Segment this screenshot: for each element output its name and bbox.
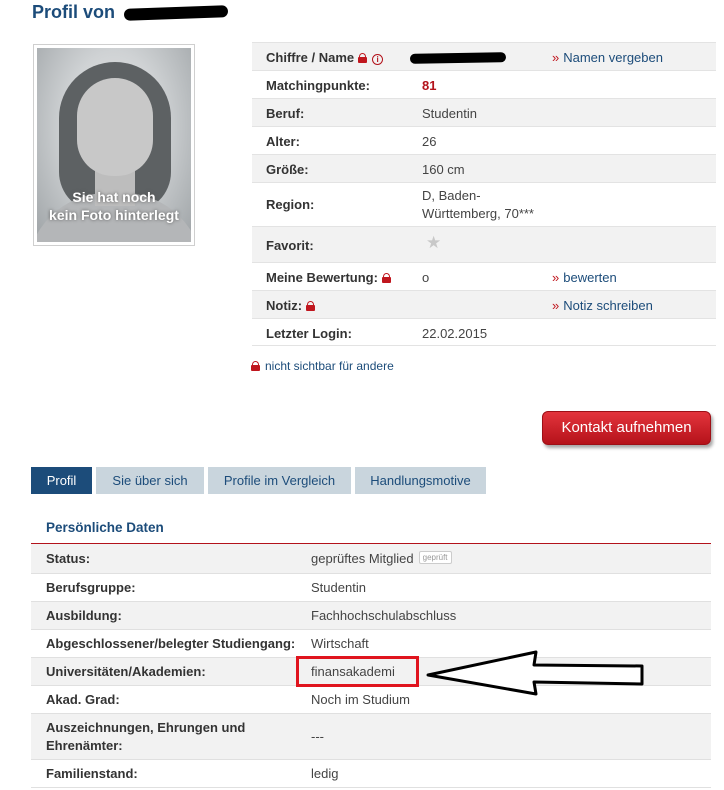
row-letzter-login: Letzter Login: 22.02.2015 [252, 318, 716, 346]
row-groesse: Größe: 160 cm [252, 154, 716, 182]
row-value: Studentin [422, 106, 477, 121]
detail-value: geprüftes Mitglied geprüft [311, 551, 452, 566]
placeholder-photo: Sie hat noch kein Foto hinterlegt [37, 48, 191, 242]
profile-photo: Sie hat noch kein Foto hinterlegt [33, 44, 195, 246]
tab-profil[interactable]: Profil [31, 467, 92, 494]
row-value: 160 cm [422, 162, 465, 177]
page-title: Profil von [32, 2, 229, 23]
detail-value: Noch im Studium [311, 692, 410, 707]
row-bewertung: Meine Bewertung: o » bewerten [252, 262, 716, 290]
redacted-chiffre [123, 5, 229, 22]
detail-row-ausbildung: Ausbildung: Fachhochschulabschluss [31, 602, 711, 630]
section-title: Persönliche Daten [46, 520, 164, 535]
row-label: Meine Bewertung: [266, 270, 378, 285]
row-favorit: Favorit: ★ [252, 226, 716, 262]
detail-label: Auszeichnungen, Ehrungen und Ehrenämter: [46, 720, 246, 753]
detail-row-familienstand: Familienstand: ledig [31, 760, 711, 788]
lock-icon [251, 361, 260, 371]
detail-row-auszeichnungen: Auszeichnungen, Ehrungen und Ehrenämter:… [31, 714, 711, 760]
detail-label: Berufsgruppe: [46, 580, 136, 595]
row-beruf: Beruf: Studentin [252, 98, 716, 126]
row-label: Größe: [266, 162, 309, 177]
detail-label: Universitäten/Akademien: [46, 664, 206, 679]
photo-caption: Sie hat noch kein Foto hinterlegt [49, 189, 179, 223]
row-matchingpunkte: Matchingpunkte: 81 [252, 70, 716, 98]
detail-value: Studentin [311, 580, 366, 595]
privacy-note: nicht sichtbar für andere [251, 359, 394, 373]
detail-value: --- [311, 729, 324, 744]
row-value: o [422, 270, 430, 285]
tab-sie-ueber-sich[interactable]: Sie über sich [96, 467, 204, 494]
detail-label: Ausbildung: [46, 608, 122, 623]
redacted-name [409, 52, 507, 64]
row-alter: Alter: 26 [252, 126, 716, 154]
detail-label: Status: [46, 551, 91, 566]
namen-vergeben-link[interactable]: » Namen vergeben [552, 50, 663, 65]
notiz-schreiben-link[interactable]: » Notiz schreiben [552, 298, 653, 313]
row-label: Favorit: [266, 238, 314, 253]
tab-profile-im-vergleich[interactable]: Profile im Vergleich [208, 467, 351, 494]
row-label: Beruf: [266, 106, 305, 121]
row-label: Letzter Login: [266, 326, 352, 341]
contact-button[interactable]: Kontakt aufnehmen [542, 411, 711, 445]
lock-icon [381, 273, 391, 283]
detail-label: Familienstand: [46, 766, 138, 781]
bewerten-link[interactable]: » bewerten [552, 270, 617, 285]
row-label: Notiz: [266, 298, 303, 313]
row-value: 22.02.2015 [422, 326, 488, 341]
verified-badge: geprüft [418, 551, 452, 564]
matching-points: 81 [422, 78, 437, 93]
row-label: Region: [266, 197, 315, 212]
highlight-annotation-box [296, 656, 419, 687]
detail-value: Wirtschaft [311, 636, 369, 651]
row-label: Matchingpunkte: [266, 78, 370, 93]
row-chiffre: Chiffre / Name i » Namen vergeben [252, 42, 716, 70]
page-title-text: Profil von [32, 2, 116, 22]
star-icon[interactable]: ★ [426, 233, 441, 253]
profile-summary-table: Chiffre / Name i » Namen vergeben Matching… [252, 42, 716, 346]
row-region: Region: D, Baden- Württemberg, 70*** [252, 182, 716, 226]
detail-label: Abgeschlossener/belegter Studiengang: [46, 636, 296, 651]
info-icon[interactable]: i [372, 54, 384, 65]
detail-label: Akad. Grad: [46, 692, 120, 707]
detail-value: ledig [311, 766, 339, 781]
annotation-arrow [426, 650, 644, 696]
row-value: 26 [422, 134, 437, 149]
lock-icon [358, 53, 368, 63]
lock-icon [306, 301, 316, 311]
row-value: D, Baden- Württemberg, 70*** [422, 188, 534, 221]
tab-handlungsmotive[interactable]: Handlungsmotive [355, 467, 486, 494]
detail-value: Fachhochschulabschluss [311, 608, 457, 623]
row-notiz: Notiz: » Notiz schreiben [252, 290, 716, 318]
row-label: Alter: [266, 134, 300, 149]
detail-row-status: Status: geprüftes Mitglied geprüft [31, 544, 711, 574]
row-label: Chiffre / Name [266, 50, 355, 65]
detail-row-berufsgruppe: Berufsgruppe: Studentin [31, 574, 711, 602]
